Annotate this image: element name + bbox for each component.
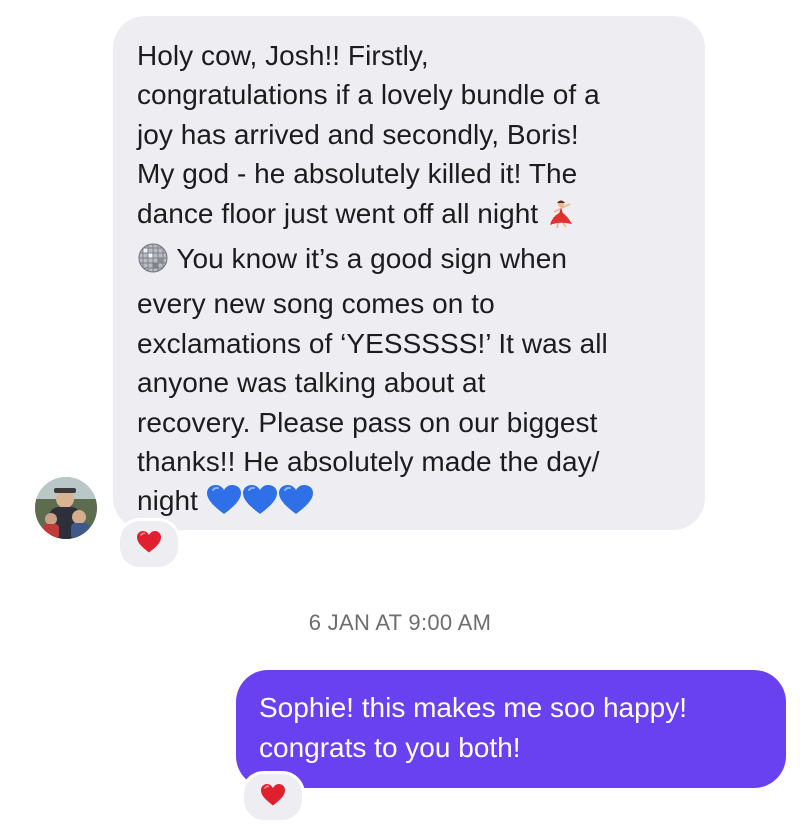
heart-reaction-badge[interactable]	[117, 518, 181, 570]
disco-ball-emoji	[137, 242, 169, 284]
message-line: night	[137, 485, 198, 517]
message-line: Holy cow, Josh!! Firstly,	[137, 40, 429, 71]
contact-avatar[interactable]	[35, 477, 97, 539]
message-line: Sophie! this makes me soo happy!	[259, 692, 688, 723]
message-line: exclamations of ‘YESSSSS!’ It was all	[137, 327, 608, 359]
incoming-message-bubble[interactable]: Holy cow, Josh!! Firstly, congratulation…	[113, 16, 705, 530]
blue-heart-emoji	[242, 484, 278, 526]
message-line: thanks!! He absolutely made the day/	[137, 446, 600, 478]
message-line: dance floor just went off all night	[137, 197, 539, 229]
message-timestamp: 6 JAN AT 9:00 AM	[308, 610, 492, 635]
message-line: My god - he absolutely killed it! The	[137, 158, 578, 190]
message-thread: Holy cow, Josh!! Firstly, congratulation…	[0, 0, 800, 827]
message-line-with-emoji: night	[137, 481, 681, 526]
message-line: You know it’s a good sign when	[176, 243, 567, 275]
message-line: anyone was talking about at	[137, 367, 486, 399]
message-line: joy has arrived and secondly, Boris!	[137, 118, 579, 150]
red-heart-icon	[136, 530, 162, 559]
message-line: congrats to you both!	[259, 732, 521, 763]
blue-heart-emoji	[278, 484, 314, 526]
heart-reaction-badge[interactable]	[241, 771, 305, 823]
avatar-photo	[35, 477, 97, 539]
red-heart-icon	[260, 783, 286, 812]
message-line: congratulations if a lovely bundle of a	[137, 79, 600, 111]
message-line-with-emoji: You know it’s a good sign when	[137, 239, 681, 284]
message-line-with-emoji: dance floor just went off all night	[137, 194, 681, 239]
message-line: every new song comes on to	[137, 288, 495, 320]
message-line: recovery. Please pass on our biggest	[137, 406, 598, 438]
dancer-emoji	[546, 199, 576, 239]
blue-heart-emoji	[206, 484, 242, 526]
outgoing-message-bubble[interactable]: Sophie! this makes me soo happy! congrat…	[236, 670, 786, 788]
